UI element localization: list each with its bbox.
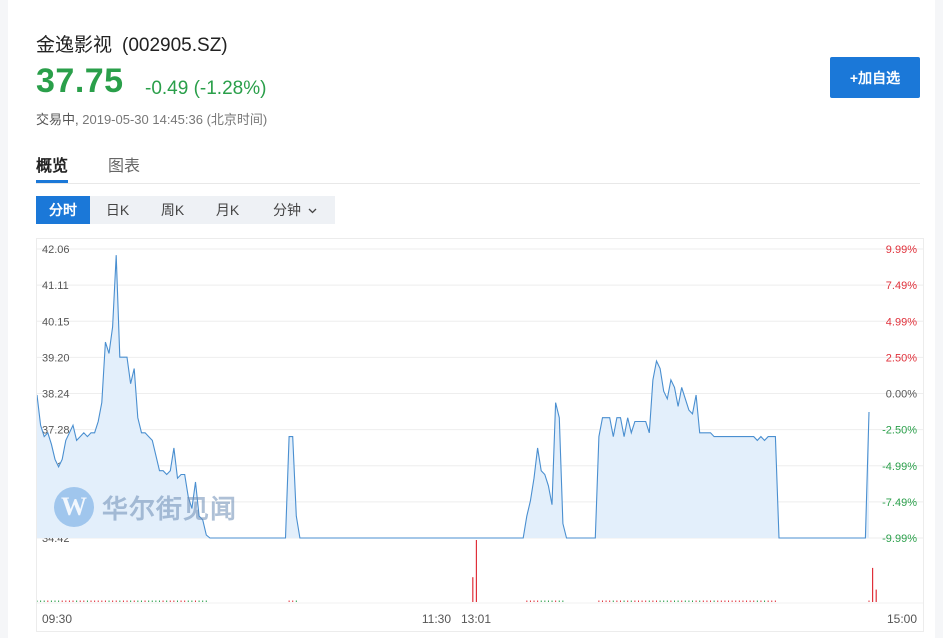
y-tick-label-left: 38.24 xyxy=(42,389,70,401)
period-tab-monthly[interactable]: 月K xyxy=(200,196,255,224)
trade-timestamp: 2019-05-30 14:45:36 xyxy=(82,112,203,127)
current-price: 37.75 xyxy=(36,62,124,100)
y-tick-label-right: 7.49% xyxy=(886,280,917,292)
y-tick-label-right: -7.49% xyxy=(882,497,917,509)
watermark-logo: W xyxy=(54,487,94,527)
y-tick-label-right: -9.99% xyxy=(882,533,917,545)
add-to-watchlist-button[interactable]: +加自选 xyxy=(830,57,920,98)
period-tab-daily[interactable]: 日K xyxy=(90,196,145,224)
x-tick-label: 11:30 xyxy=(422,612,451,626)
period-tab-weekly[interactable]: 周K xyxy=(145,196,200,224)
period-tab-intraday[interactable]: 分时 xyxy=(36,196,90,224)
active-tab-indicator xyxy=(36,180,68,183)
tab-charts[interactable]: 图表 xyxy=(108,152,140,176)
chevron-down-icon xyxy=(308,208,317,214)
y-tick-label-right: 2.50% xyxy=(886,352,917,364)
trade-state: 交易中, xyxy=(36,112,79,127)
period-tabs: 分时 日K 周K 月K 分钟 xyxy=(36,196,335,224)
y-tick-label-right: 0.00% xyxy=(886,389,917,401)
trade-timezone: (北京时间) xyxy=(206,112,268,127)
period-tab-minute[interactable]: 分钟 xyxy=(255,196,335,224)
y-tick-label-left: 42.06 xyxy=(42,244,70,256)
x-tick-label: 13:01 xyxy=(461,612,491,626)
stock-code: (002905.SZ) xyxy=(122,35,228,56)
period-tab-minute-label: 分钟 xyxy=(273,202,302,218)
y-tick-label-left: 40.15 xyxy=(42,316,70,328)
watermark-text: 华尔街见闻 xyxy=(102,494,238,525)
y-tick-label-right: 4.99% xyxy=(886,316,917,328)
y-tick-label-right: -2.50% xyxy=(882,425,917,437)
stock-name: 金逸影视 xyxy=(36,35,113,56)
intraday-chart[interactable]: 42.06 9.99% 41.11 7.49% 40.15 4.99% 39.20 2.50%… xyxy=(36,238,924,632)
x-tick-label: 15:00 xyxy=(887,612,917,626)
price-change: -0.49 (-1.28%) xyxy=(145,78,267,99)
trade-status: 交易中, 2019-05-30 14:45:36 (北京时间) xyxy=(36,109,267,128)
main-tabs: 概览 图表 xyxy=(36,150,920,184)
tab-overview[interactable]: 概览 xyxy=(36,152,68,176)
y-tick-label-right: 9.99% xyxy=(886,244,917,256)
watermark: W 华尔街见闻 xyxy=(54,487,237,527)
y-tick-label-right: -4.99% xyxy=(882,461,917,473)
x-tick-label: 09:30 xyxy=(42,612,72,626)
stock-page: 金逸影视 (002905.SZ) 37.75 -0.49 (-1.28%) 交易中… xyxy=(8,0,935,638)
chart-canvas: 42.06 9.99% 41.11 7.49% 40.15 4.99% 39.20 2.50%… xyxy=(36,244,923,626)
y-tick-label-left: 39.20 xyxy=(42,352,70,364)
y-tick-label-left: 41.11 xyxy=(42,280,69,292)
stock-title: 金逸影视 (002905.SZ) xyxy=(36,30,228,57)
